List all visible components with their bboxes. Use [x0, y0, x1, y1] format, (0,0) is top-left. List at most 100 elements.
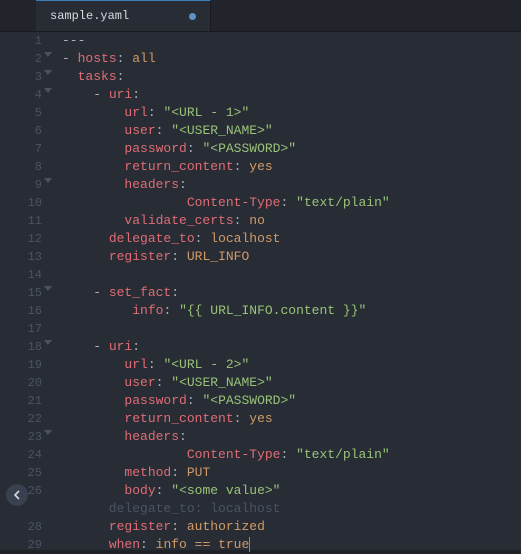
- code-token: [62, 249, 109, 264]
- tab-bar: sample.yaml: [0, 0, 521, 32]
- code-line[interactable]: [62, 320, 521, 338]
- code-line[interactable]: password: "<PASSWORD>": [62, 392, 521, 410]
- line-number: 15: [0, 284, 42, 302]
- code-line[interactable]: ---: [62, 32, 521, 50]
- code-token: [288, 195, 296, 210]
- code-token: "text/plain": [296, 447, 390, 462]
- code-line[interactable]: password: "<PASSWORD>": [62, 140, 521, 158]
- code-token: "<URL - 1>": [163, 105, 249, 120]
- line-number: 17: [0, 320, 42, 338]
- code-line[interactable]: info: "{{ URL_INFO.content }}": [62, 302, 521, 320]
- code-line[interactable]: Content-Type: "text/plain": [62, 446, 521, 464]
- code-token: PUT: [187, 465, 210, 480]
- fold-chevron-icon[interactable]: [44, 88, 52, 93]
- fold-chevron-icon[interactable]: [44, 52, 52, 57]
- code-token: :: [171, 519, 179, 534]
- code-token: [179, 519, 187, 534]
- code-token: user: [124, 375, 155, 390]
- code-token: set_fact: [109, 285, 171, 300]
- line-number: 14: [0, 266, 42, 284]
- code-token: [62, 483, 124, 498]
- code-line[interactable]: headers:: [62, 176, 521, 194]
- code-line[interactable]: register: URL_INFO: [62, 248, 521, 266]
- line-number: 24: [0, 446, 42, 464]
- code-line[interactable]: user: "<USER_NAME>": [62, 122, 521, 140]
- tab-sample-yaml[interactable]: sample.yaml: [36, 0, 211, 31]
- fold-chevron-icon[interactable]: [44, 430, 52, 435]
- code-token: :: [117, 69, 125, 84]
- code-token: Content-Type: [187, 195, 281, 210]
- line-number: 29: [0, 536, 42, 554]
- code-token: [62, 69, 78, 84]
- code-token: :: [179, 429, 187, 444]
- code-line[interactable]: - hosts: all: [62, 50, 521, 68]
- code-token: localhost: [210, 231, 280, 246]
- back-chevron-button[interactable]: [6, 484, 28, 506]
- code-token: register: [109, 249, 171, 264]
- code-token: password: [124, 393, 186, 408]
- code-token: return_content: [124, 411, 233, 426]
- line-number: 8: [0, 158, 42, 176]
- line-number: 25: [0, 464, 42, 482]
- code-token: Content-Type: [187, 447, 281, 462]
- code-token: headers: [124, 429, 179, 444]
- code-content[interactable]: --- - hosts: all tasks: - uri: url: "<URL…: [48, 32, 521, 550]
- code-line[interactable]: headers:: [62, 428, 521, 446]
- code-token: [62, 429, 124, 444]
- code-line[interactable]: - uri:: [62, 338, 521, 356]
- code-token: url: [124, 105, 147, 120]
- code-line[interactable]: tasks:: [62, 68, 521, 86]
- code-token: :: [171, 465, 179, 480]
- fold-chevron-icon[interactable]: [44, 70, 52, 75]
- code-token: :: [132, 339, 140, 354]
- code-token: url: [124, 357, 147, 372]
- code-token: password: [124, 141, 186, 156]
- code-line[interactable]: method: PUT: [62, 464, 521, 482]
- code-token: ---: [62, 33, 85, 48]
- code-token: :: [171, 285, 179, 300]
- code-token: [62, 213, 124, 228]
- code-token: [62, 177, 124, 192]
- code-token: [62, 447, 187, 462]
- line-number: 16: [0, 302, 42, 320]
- code-token: body: [124, 483, 155, 498]
- line-number: 7: [0, 140, 42, 158]
- code-line[interactable]: return_content: yes: [62, 410, 521, 428]
- unsaved-indicator-icon: [189, 13, 196, 20]
- code-line[interactable]: validate_certs: no: [62, 212, 521, 230]
- code-line[interactable]: user: "<USER_NAME>": [62, 374, 521, 392]
- code-line[interactable]: Content-Type: "text/plain": [62, 194, 521, 212]
- code-token: yes: [249, 159, 272, 174]
- code-line[interactable]: delegate_to: localhost: [62, 230, 521, 248]
- fold-chevron-icon[interactable]: [44, 340, 52, 345]
- code-line[interactable]: url: "<URL - 2>": [62, 356, 521, 374]
- line-number: 13: [0, 248, 42, 266]
- code-token: [62, 303, 132, 318]
- code-line[interactable]: body: "<some value>": [62, 482, 521, 500]
- code-line[interactable]: return_content: yes: [62, 158, 521, 176]
- editor-area[interactable]: 1234567891011121314151617181920212223242…: [0, 32, 521, 550]
- code-line[interactable]: [62, 266, 521, 284]
- code-token: no: [249, 213, 265, 228]
- line-number-gutter: 1234567891011121314151617181920212223242…: [0, 32, 48, 550]
- fold-chevron-icon[interactable]: [44, 286, 52, 291]
- code-line-dimmed[interactable]: delegate_to: localhost: [62, 500, 521, 518]
- code-line[interactable]: register: authorized: [62, 518, 521, 536]
- code-token: :: [148, 105, 156, 120]
- line-number: 18: [0, 338, 42, 356]
- code-token: :: [187, 393, 195, 408]
- code-line[interactable]: url: "<URL - 1>": [62, 104, 521, 122]
- code-token: yes: [249, 411, 272, 426]
- code-line[interactable]: - set_fact:: [62, 284, 521, 302]
- line-number: 11: [0, 212, 42, 230]
- code-token: [62, 411, 124, 426]
- code-token: headers: [124, 177, 179, 192]
- code-line[interactable]: when: info == true: [62, 536, 521, 554]
- code-line[interactable]: - uri:: [62, 86, 521, 104]
- code-token: [62, 357, 124, 372]
- line-number: 19: [0, 356, 42, 374]
- line-number: 20: [0, 374, 42, 392]
- code-token: [288, 447, 296, 462]
- fold-chevron-icon[interactable]: [44, 178, 52, 183]
- line-number: 1: [0, 32, 42, 50]
